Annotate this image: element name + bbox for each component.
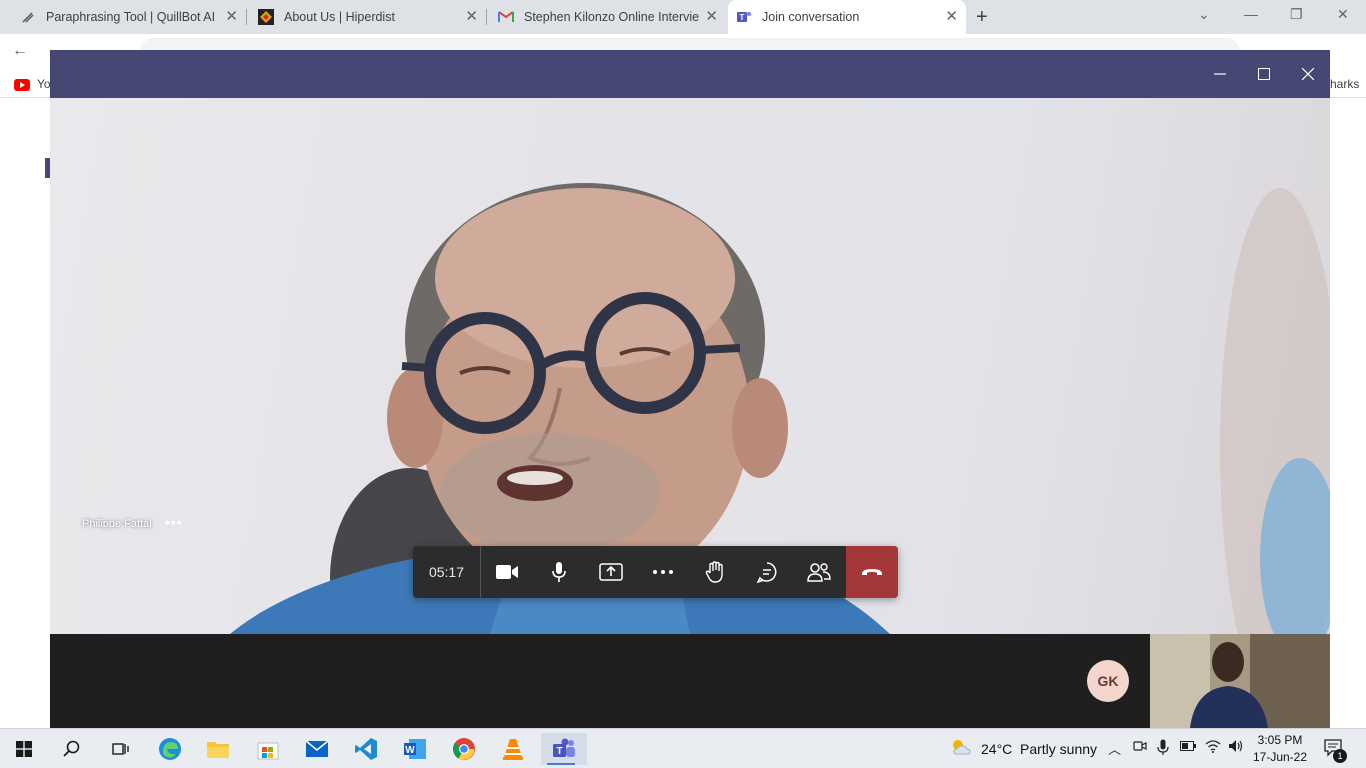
browser-tab-bar: Paraphrasing Tool | QuillBot AI ✕ About … [0, 0, 1366, 34]
taskbar-store[interactable] [248, 733, 288, 765]
more-icon [653, 570, 673, 574]
tab-title: About Us | Hiperdist [284, 10, 395, 24]
taskbar-vscode[interactable] [346, 733, 386, 765]
minimize-icon[interactable]: — [1244, 6, 1258, 22]
folder-icon [207, 742, 229, 758]
wifi-icon[interactable] [1205, 739, 1221, 756]
hang-up-button[interactable] [846, 546, 898, 598]
participant-name: Philippe Fattal [82, 518, 152, 530]
notification-count-badge: 1 [1333, 749, 1347, 763]
edge-icon [159, 738, 181, 760]
tab-quillbot[interactable]: Paraphrasing Tool | QuillBot AI ✕ [10, 0, 247, 34]
call-timer: 05:17 [413, 546, 481, 598]
store-icon [257, 742, 279, 760]
tab-join-conversation[interactable]: T Join conversation ✕ [728, 0, 966, 34]
clock-date: 17-Jun-22 [1252, 750, 1308, 764]
quillbot-icon [20, 9, 36, 25]
svg-text:T: T [556, 746, 562, 757]
tab-hiperdist[interactable]: About Us | Hiperdist ✕ [248, 0, 487, 34]
microphone-icon[interactable] [1157, 739, 1169, 758]
task-view-icon [112, 743, 129, 755]
chrome-icon [453, 738, 475, 760]
camera-button[interactable] [481, 546, 533, 598]
weather-icon[interactable] [950, 738, 972, 761]
chat-button[interactable] [741, 546, 793, 598]
raise-hand-icon [705, 561, 723, 583]
vscode-icon [355, 738, 377, 760]
teams-title-bar [50, 50, 1330, 98]
vlc-icon [503, 739, 523, 760]
tab-title: Join conversation [762, 10, 860, 24]
weather-description[interactable]: Partly sunny [1020, 741, 1097, 757]
chat-icon [756, 562, 777, 583]
close-icon[interactable]: ✕ [945, 9, 958, 24]
chevron-up-icon[interactable]: ︿ [1108, 739, 1121, 758]
back-icon[interactable]: ← [12, 42, 28, 60]
mail-icon [305, 740, 329, 757]
taskbar-file-explorer[interactable] [198, 733, 238, 765]
teams-icon: T [736, 9, 752, 25]
raise-hand-button[interactable] [689, 546, 741, 598]
close-icon[interactable]: ✕ [225, 9, 238, 24]
volume-icon[interactable] [1228, 739, 1244, 756]
clock-time: 3:05 PM [1257, 733, 1303, 747]
close-icon[interactable]: ✕ [705, 9, 718, 24]
more-actions-button[interactable] [637, 546, 689, 598]
svg-text:T: T [740, 13, 745, 22]
youtube-icon[interactable] [14, 78, 30, 96]
tab-separator [246, 9, 247, 25]
close-icon[interactable] [1296, 62, 1320, 86]
microphone-icon [552, 562, 566, 582]
participants-strip [50, 634, 1330, 728]
weather-temperature[interactable]: 24°C [981, 741, 1012, 757]
hang-up-icon [862, 569, 882, 575]
search-icon [63, 740, 80, 757]
taskbar-edge[interactable] [150, 733, 190, 765]
system-clock[interactable]: 3:05 PM 17-Jun-22 [1250, 732, 1310, 766]
tab-separator [486, 9, 487, 25]
windows-icon [16, 741, 32, 757]
call-controls-bar: 05:17 [413, 546, 898, 598]
avatar[interactable]: GK [1087, 660, 1129, 702]
microphone-button[interactable] [533, 546, 585, 598]
search-button[interactable] [52, 733, 92, 765]
participant-more-options-icon[interactable]: ••• [165, 514, 183, 530]
participants-button[interactable] [793, 546, 845, 598]
meet-now-icon[interactable] [1133, 739, 1147, 756]
taskbar-vlc[interactable] [493, 733, 533, 765]
maximize-icon[interactable] [1252, 62, 1276, 86]
share-screen-icon [599, 563, 623, 581]
participants-icon [807, 563, 831, 582]
battery-icon[interactable] [1180, 739, 1196, 754]
tab-title: Stephen Kilonzo Online Interview [524, 10, 699, 24]
chevron-down-icon[interactable]: ⌄ [1198, 6, 1210, 23]
teams-icon: T [553, 738, 575, 757]
start-button[interactable] [4, 733, 44, 765]
self-video-preview[interactable] [1150, 634, 1330, 728]
close-icon[interactable]: ✕ [465, 9, 478, 24]
task-view-button[interactable] [100, 733, 140, 765]
camera-icon [496, 565, 518, 579]
gmail-icon [498, 9, 514, 25]
taskbar-teams[interactable]: T [541, 733, 587, 765]
bookmark-other[interactable]: harks [1330, 77, 1359, 91]
share-screen-button[interactable] [585, 546, 637, 598]
taskbar-chrome[interactable] [444, 733, 484, 765]
tab-title: Paraphrasing Tool | QuillBot AI [46, 10, 216, 24]
restore-icon[interactable]: ❐ [1290, 6, 1303, 23]
self-video [1150, 634, 1330, 728]
hiperdist-icon [258, 9, 274, 25]
tab-gmail[interactable]: Stephen Kilonzo Online Interview ✕ [488, 0, 726, 34]
svg-text:W: W [405, 745, 415, 756]
windows-taskbar: W T 24°C Partly sunny ︿ 3:05 PM 17-Jun-2… [0, 728, 1366, 768]
taskbar-word[interactable]: W [395, 733, 435, 765]
word-icon: W [404, 739, 426, 759]
bookmark-youtube[interactable]: Yo [37, 77, 51, 91]
new-tab-button[interactable]: + [976, 6, 988, 29]
taskbar-mail[interactable] [297, 733, 337, 765]
minimize-icon[interactable] [1208, 62, 1232, 86]
close-window-icon[interactable]: ✕ [1337, 6, 1349, 23]
